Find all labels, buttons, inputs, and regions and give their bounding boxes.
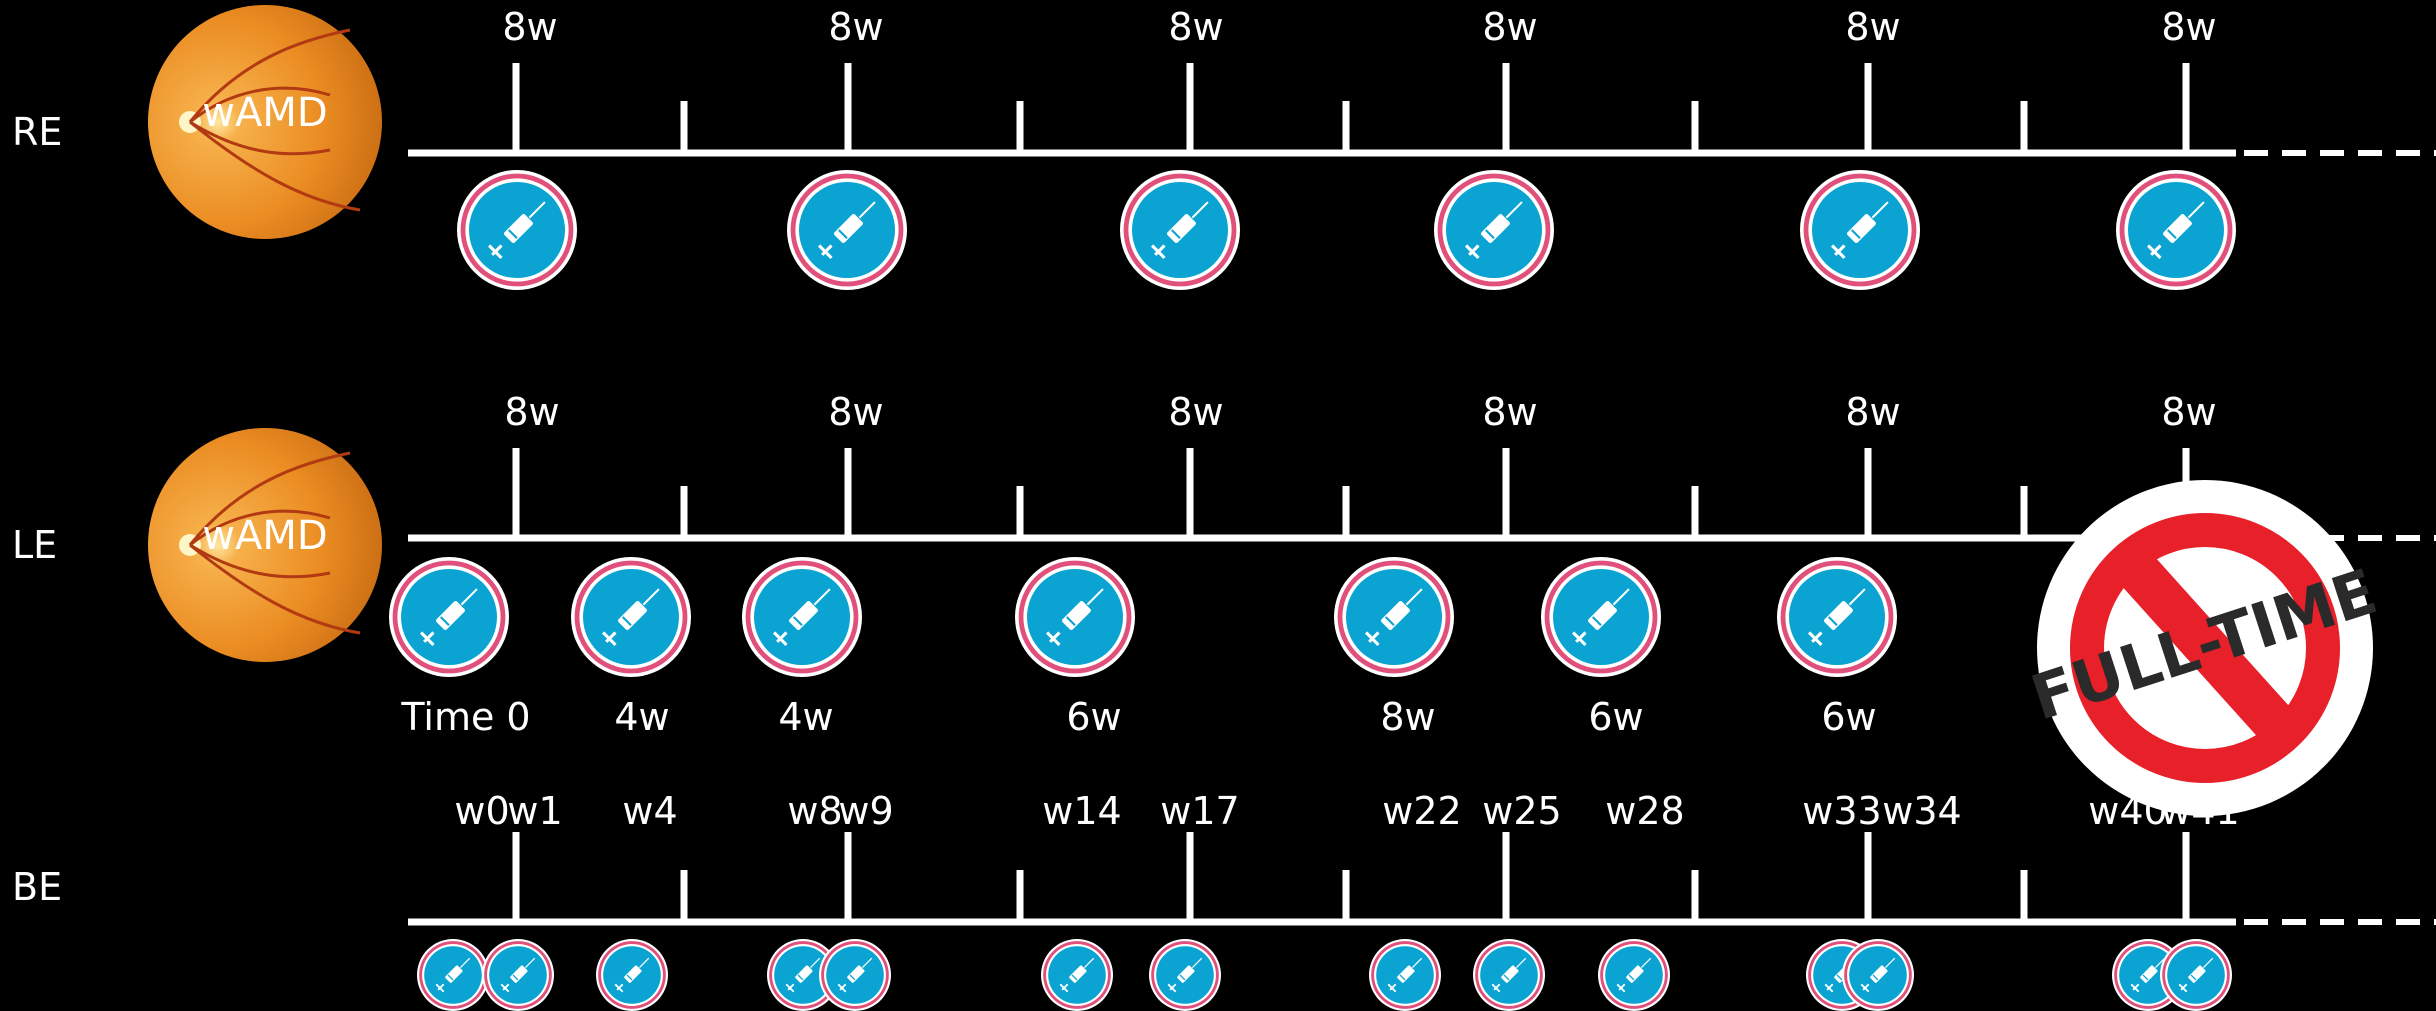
row-label-re: RE xyxy=(12,110,62,154)
interval-label: 8w xyxy=(1168,5,1223,49)
interval-label-bottom: 6w xyxy=(1066,695,1121,739)
injections-be xyxy=(417,939,2232,1011)
eye-label-re: wAMD xyxy=(202,90,327,136)
injection-syringe-icon xyxy=(1015,557,1135,677)
ticks-be xyxy=(512,832,2190,922)
injection-syringe-icon xyxy=(1777,557,1897,677)
week-labels-be: w0w1w4w8w9w14w17w22w25w28w33w34w40w41 xyxy=(454,789,2239,833)
week-label: w17 xyxy=(1160,789,1239,833)
injection-syringe-icon xyxy=(1434,170,1554,290)
injection-syringe-icon xyxy=(1800,170,1920,290)
week-label: w0 xyxy=(454,789,509,833)
injection-syringe-icon xyxy=(1334,557,1454,677)
week-label: w28 xyxy=(1605,789,1684,833)
injection-syringe-icon xyxy=(482,939,554,1011)
interval-label: 8w xyxy=(1168,390,1223,434)
week-label: w1 xyxy=(507,789,562,833)
injection-syringe-icon xyxy=(2116,170,2236,290)
injection-syringe-icon xyxy=(1149,939,1221,1011)
interval-label: 8w xyxy=(504,390,559,434)
injection-syringe-icon xyxy=(1120,170,1240,290)
interval-label-bottom: 8w xyxy=(1380,695,1435,739)
week-label: w33 xyxy=(1802,789,1881,833)
injection-syringe-icon xyxy=(819,939,891,1011)
interval-label: 8w xyxy=(2161,390,2216,434)
bottom-labels-le: Time 04w4w6w8w6w6w6w xyxy=(400,695,2177,739)
injection-syringe-icon xyxy=(417,939,489,1011)
week-label: w8 xyxy=(787,789,842,833)
ticks-le xyxy=(512,448,2190,538)
injection-syringe-icon xyxy=(742,557,862,677)
injection-syringe-icon xyxy=(787,170,907,290)
injection-syringe-icon xyxy=(571,557,691,677)
treatment-timeline-diagram: RE wAMD 8w 8w 8w 8w 8w 8w LE wAMD 8w 8w 8w 8w 8w 8… xyxy=(12,5,2436,1011)
ticks-re xyxy=(512,63,2190,153)
injection-syringe-icon xyxy=(596,939,668,1011)
interval-label: 8w xyxy=(1482,5,1537,49)
injection-syringe-icon xyxy=(1598,939,1670,1011)
injection-syringe-icon xyxy=(389,557,509,677)
week-label: w9 xyxy=(838,789,893,833)
injection-syringe-icon xyxy=(1473,939,1545,1011)
injection-syringe-icon xyxy=(2160,939,2232,1011)
interval-label-bottom: Time 0 xyxy=(400,695,530,739)
interval-label-bottom: 6w xyxy=(1821,695,1876,739)
interval-label: 8w xyxy=(1845,5,1900,49)
interval-label: 8w xyxy=(1845,390,1900,434)
injection-syringe-icon xyxy=(1041,939,1113,1011)
row-re: RE wAMD 8w 8w 8w 8w 8w 8w xyxy=(12,5,2436,290)
week-label: w25 xyxy=(1482,789,1561,833)
eye-fundus-le: wAMD xyxy=(148,428,382,662)
week-label: w34 xyxy=(1882,789,1961,833)
interval-label: 8w xyxy=(1482,390,1537,434)
row-be: BE w0w1w4w8w9w14w17w22w25w28w33w34w40w41 xyxy=(12,789,2436,1011)
interval-label-bottom: 6w xyxy=(1588,695,1643,739)
interval-label-bottom: 4w xyxy=(614,695,669,739)
full-time-stamp: FULL-TIME xyxy=(2023,480,2385,816)
interval-label: 8w xyxy=(2161,5,2216,49)
interval-label: 8w xyxy=(828,390,883,434)
injection-syringe-icon xyxy=(1369,939,1441,1011)
week-label: w4 xyxy=(622,789,677,833)
row-label-be: BE xyxy=(12,865,62,909)
interval-labels-le: 8w 8w 8w 8w 8w 8w xyxy=(504,390,2216,434)
row-label-le: LE xyxy=(12,523,57,567)
week-label: w14 xyxy=(1042,789,1121,833)
interval-label: 8w xyxy=(502,5,557,49)
injection-syringe-icon xyxy=(1842,939,1914,1011)
eye-label-le: wAMD xyxy=(202,513,327,559)
interval-labels-re: 8w 8w 8w 8w 8w 8w xyxy=(502,5,2216,49)
injection-syringe-icon xyxy=(1541,557,1661,677)
interval-label-bottom: 4w xyxy=(778,695,833,739)
injections-re xyxy=(457,170,2236,290)
week-label: w22 xyxy=(1382,789,1461,833)
injection-syringe-icon xyxy=(457,170,577,290)
eye-fundus-re: wAMD xyxy=(148,5,382,239)
interval-label: 8w xyxy=(828,5,883,49)
injections-le xyxy=(389,557,1897,677)
